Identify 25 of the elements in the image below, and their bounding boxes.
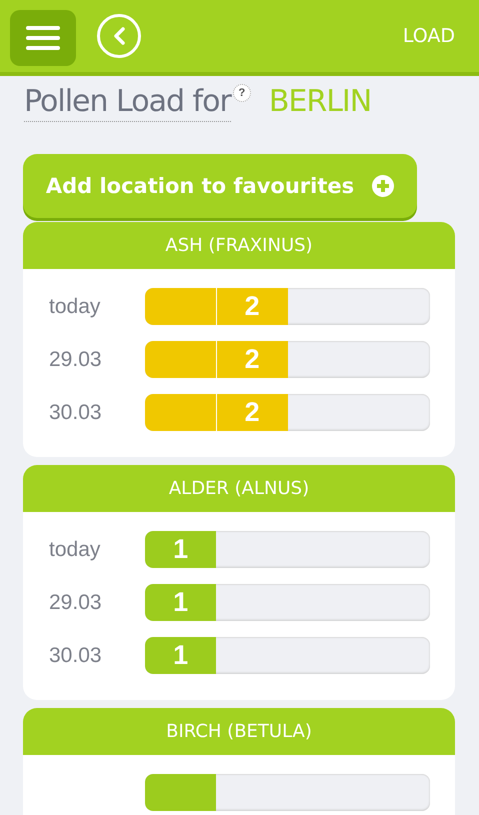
date-label: 30.03	[49, 400, 103, 424]
back-button[interactable]	[97, 14, 141, 58]
date-label: 29.03	[49, 348, 103, 372]
load-value: 2	[244, 397, 260, 428]
city-name: BERLIN	[268, 84, 372, 119]
card-title: ASH (FRAXINUS)	[23, 222, 455, 269]
load-value: 1	[173, 640, 188, 671]
card-title: BIRCH (BETULA)	[23, 708, 455, 755]
add-favourite-button[interactable]: Add location to favourites	[23, 154, 417, 218]
date-label: 29.03	[49, 590, 103, 614]
load-value: 1	[173, 534, 188, 565]
help-badge[interactable]: ?	[232, 84, 251, 102]
date-label: today	[49, 538, 102, 562]
load-button[interactable]: LOAD	[402, 25, 455, 47]
menu-icon	[26, 25, 60, 51]
load-value: 2	[244, 291, 260, 322]
plus-circle-icon	[372, 175, 394, 197]
date-label: 30.03	[49, 644, 103, 668]
load-value: 1	[173, 587, 188, 618]
chevron-left-icon	[113, 27, 125, 45]
menu-button[interactable]	[10, 10, 76, 66]
title-label: Pollen Load for	[24, 84, 231, 122]
date-label: today	[49, 294, 102, 318]
load-value: 2	[244, 344, 260, 375]
card-title: ALDER (ALNUS)	[23, 465, 455, 512]
